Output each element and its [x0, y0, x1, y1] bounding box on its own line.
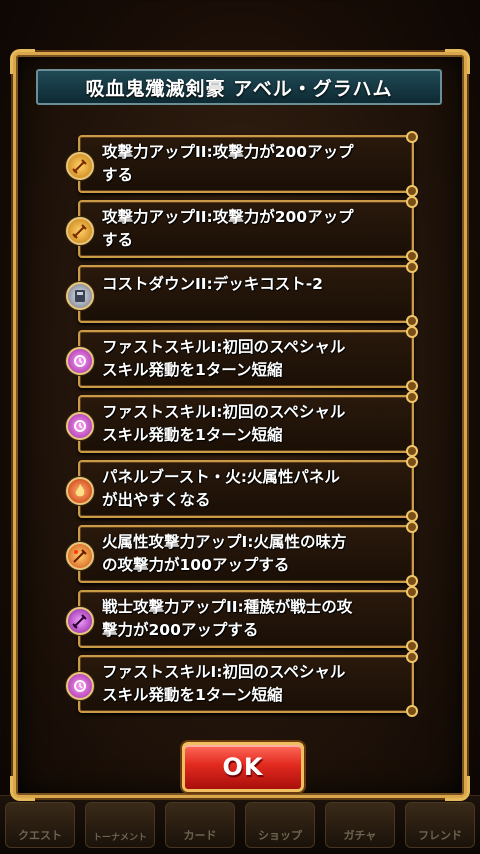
skill-description: ファストスキルI:初回のスペシャル スキル発動を1ターン短縮 — [102, 663, 346, 704]
skill-list-dialog: 吸血鬼殲滅剣豪 アベル・グラハム 攻撃力アップII:攻撃力が200アップ する … — [10, 49, 470, 801]
skill-row: 攻撃力アップII:攻撃力が200アップ する — [66, 196, 418, 262]
sword-attack-icon — [66, 217, 94, 245]
skill-row: パネルブースト・火:火属性パネル が出やすくなる — [66, 456, 418, 522]
skill-row: ファストスキルI:初回のスペシャル スキル発動を1ターン短縮 — [66, 391, 418, 457]
warrior-attack-icon — [66, 607, 94, 635]
background-tab-bar: クエスト トーナメント カード ショップ ガチャ フレンド — [0, 795, 480, 854]
skill-row: 戦士攻撃力アップII:種族が戦士の攻 撃力が200アップする — [66, 586, 418, 652]
skill-description: ファストスキルI:初回のスペシャル スキル発動を1ターン短縮 — [102, 403, 346, 444]
cost-card-icon — [66, 282, 94, 310]
skill-description: 戦士攻撃力アップII:種族が戦士の攻 撃力が200アップする — [102, 598, 353, 639]
skill-description: コストダウンII:デッキコスト-2 — [102, 275, 323, 293]
skill-row: 火属性攻撃力アップI:火属性の味方 の攻撃力が100アップする — [66, 521, 418, 587]
fast-skill-icon — [66, 347, 94, 375]
bg-tab-gacha: ガチャ — [325, 802, 395, 848]
ok-button[interactable]: OK — [182, 742, 304, 792]
skill-description: 攻撃力アップII:攻撃力が200アップ する — [102, 208, 354, 249]
bg-tab-friend: フレンド — [405, 802, 475, 848]
sword-attack-icon — [66, 152, 94, 180]
skill-description: 攻撃力アップII:攻撃力が200アップ する — [102, 143, 354, 184]
skill-row: 攻撃力アップII:攻撃力が200アップ する — [66, 131, 418, 197]
fire-attack-icon — [66, 542, 94, 570]
fast-skill-icon — [66, 412, 94, 440]
ornament-corner — [445, 49, 470, 74]
bg-tab-card: カード — [165, 802, 235, 848]
ornament-corner — [10, 49, 35, 74]
fire-panel-icon — [66, 477, 94, 505]
ornament-corner — [445, 776, 470, 801]
ornament-corner — [10, 776, 35, 801]
bg-tab-tournament: トーナメント — [85, 802, 155, 848]
skill-row: ファストスキルI:初回のスペシャル スキル発動を1ターン短縮 — [66, 326, 418, 392]
skill-row: ファストスキルI:初回のスペシャル スキル発動を1ターン短縮 — [66, 651, 418, 717]
fast-skill-icon — [66, 672, 94, 700]
skill-description: ファストスキルI:初回のスペシャル スキル発動を1ターン短縮 — [102, 338, 346, 379]
bg-tab-shop: ショップ — [245, 802, 315, 848]
dialog-title: 吸血鬼殲滅剣豪 アベル・グラハム — [36, 69, 442, 105]
skill-description: 火属性攻撃力アップI:火属性の味方 の攻撃力が100アップする — [102, 533, 347, 574]
skill-description: パネルブースト・火:火属性パネル が出やすくなる — [102, 468, 340, 509]
skill-row: コストダウンII:デッキコスト-2 — [66, 261, 418, 327]
bg-tab-quest: クエスト — [5, 802, 75, 848]
